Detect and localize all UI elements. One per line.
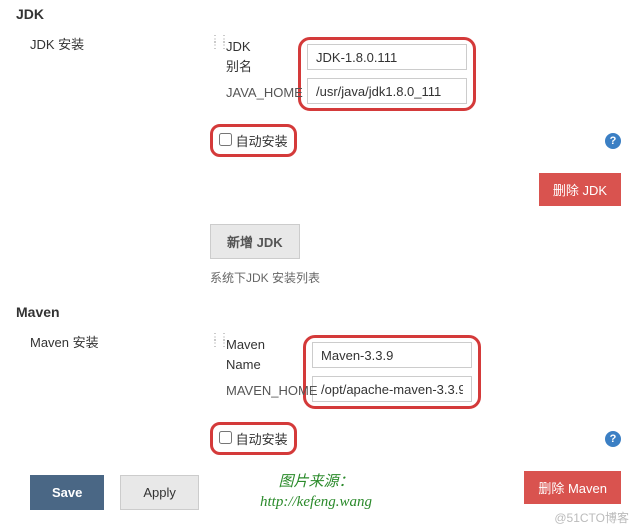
jdk-config-block: ⋮⋮⋮⋮ JDK 别名 JAVA_HOME 自动安装 ? 删除 bbox=[210, 37, 639, 286]
jdk-block-title: JDK bbox=[226, 39, 251, 54]
highlight-annotation bbox=[303, 335, 481, 409]
jdk-section-title: JDK bbox=[0, 0, 639, 28]
jdk-name-input[interactable] bbox=[307, 44, 467, 70]
jdk-list-caption: 系统下JDK 安装列表 bbox=[210, 269, 639, 286]
add-jdk-button[interactable]: 新增 JDK bbox=[210, 224, 300, 259]
jdk-section: JDK JDK 安装 ⋮⋮⋮⋮ JDK 别名 JAVA_HOME 自动安装 bbox=[0, 0, 639, 286]
apply-button[interactable]: Apply bbox=[120, 475, 199, 510]
maven-block-title: Maven bbox=[226, 337, 265, 352]
maven-home-input[interactable] bbox=[312, 376, 472, 402]
help-icon[interactable]: ? bbox=[605, 431, 621, 447]
maven-auto-install-label: 自动安装 bbox=[236, 432, 288, 447]
maven-home-label: MAVEN_HOME bbox=[226, 383, 318, 398]
maven-section-title: Maven bbox=[0, 298, 639, 326]
jdk-home-label: JAVA_HOME bbox=[226, 85, 303, 100]
jdk-auto-install-label: 自动安装 bbox=[236, 134, 288, 149]
drag-handle-icon[interactable]: ⋮⋮⋮⋮ bbox=[210, 37, 220, 49]
jdk-auto-install-checkbox[interactable] bbox=[219, 133, 232, 146]
highlight-annotation: 自动安装 bbox=[210, 124, 297, 157]
watermark-source: 图片来源： http://kefeng.wang bbox=[260, 473, 372, 512]
maven-name-label: Name bbox=[226, 357, 261, 372]
jdk-home-input[interactable] bbox=[307, 78, 467, 104]
drag-handle-icon[interactable]: ⋮⋮⋮⋮ bbox=[210, 335, 220, 347]
highlight-annotation bbox=[298, 37, 476, 111]
maven-name-input[interactable] bbox=[312, 342, 472, 368]
delete-jdk-button[interactable]: 删除 JDK bbox=[539, 173, 621, 206]
maven-auto-install-checkbox[interactable] bbox=[219, 431, 232, 444]
highlight-annotation: 自动安装 bbox=[210, 422, 297, 455]
jdk-name-label: 别名 bbox=[226, 59, 252, 74]
delete-maven-button[interactable]: 删除 Maven bbox=[524, 471, 621, 504]
watermark-cto: @51CTO博客 bbox=[554, 509, 629, 526]
footer-buttons: Save Apply bbox=[30, 475, 199, 510]
save-button[interactable]: Save bbox=[30, 475, 104, 510]
help-icon[interactable]: ? bbox=[605, 133, 621, 149]
